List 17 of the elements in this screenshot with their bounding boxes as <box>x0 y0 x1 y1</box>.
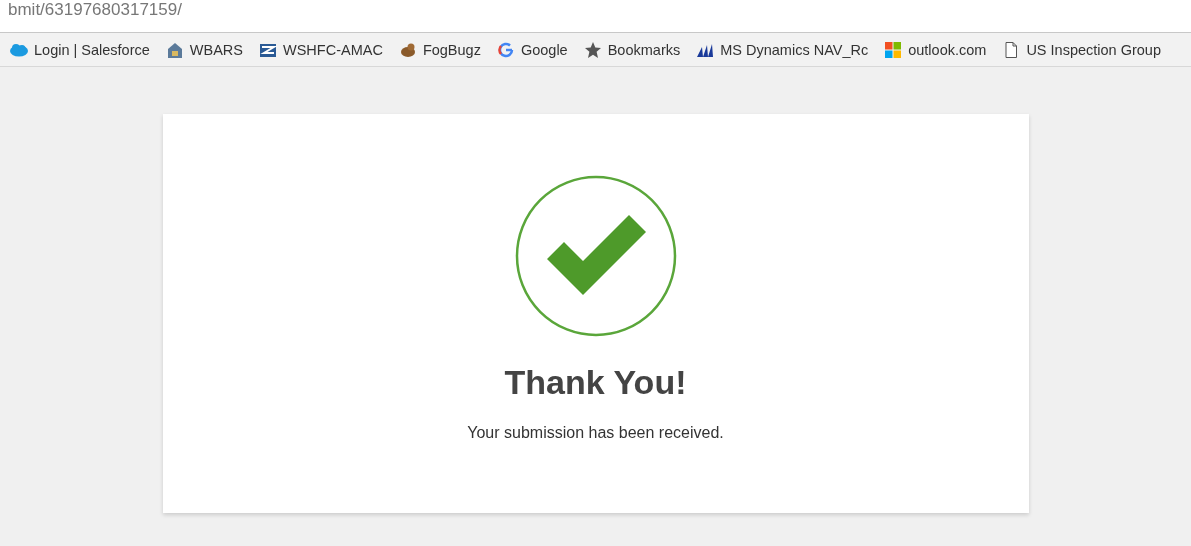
address-url[interactable]: bmit/63197680317159/ <box>8 2 182 18</box>
submission-message: Your submission has been received. <box>467 424 724 442</box>
bookmark-link[interactable]: Bookmarks <box>583 40 681 59</box>
bookmark-link[interactable]: US Inspection Group <box>1002 40 1161 59</box>
star-icon <box>583 40 602 59</box>
bookmark-link[interactable]: Google <box>496 40 568 59</box>
bookmark-link[interactable]: WBARS <box>165 40 243 59</box>
check-circle-icon <box>514 175 677 337</box>
bookmark-link[interactable]: MS Dynamics NAV_Rc <box>696 40 869 59</box>
thank-you-heading: Thank You! <box>504 363 687 402</box>
bookmark-link[interactable]: Login | Salesforce <box>10 40 150 59</box>
google-icon <box>496 40 515 59</box>
bookmark-link[interactable]: outlook.com <box>884 40 987 59</box>
windows-icon <box>884 40 903 59</box>
house-icon <box>165 40 184 59</box>
bookmark-link[interactable]: WSHFC-AMAC <box>259 40 383 59</box>
bookmark-link[interactable]: FogBugz <box>398 40 481 59</box>
